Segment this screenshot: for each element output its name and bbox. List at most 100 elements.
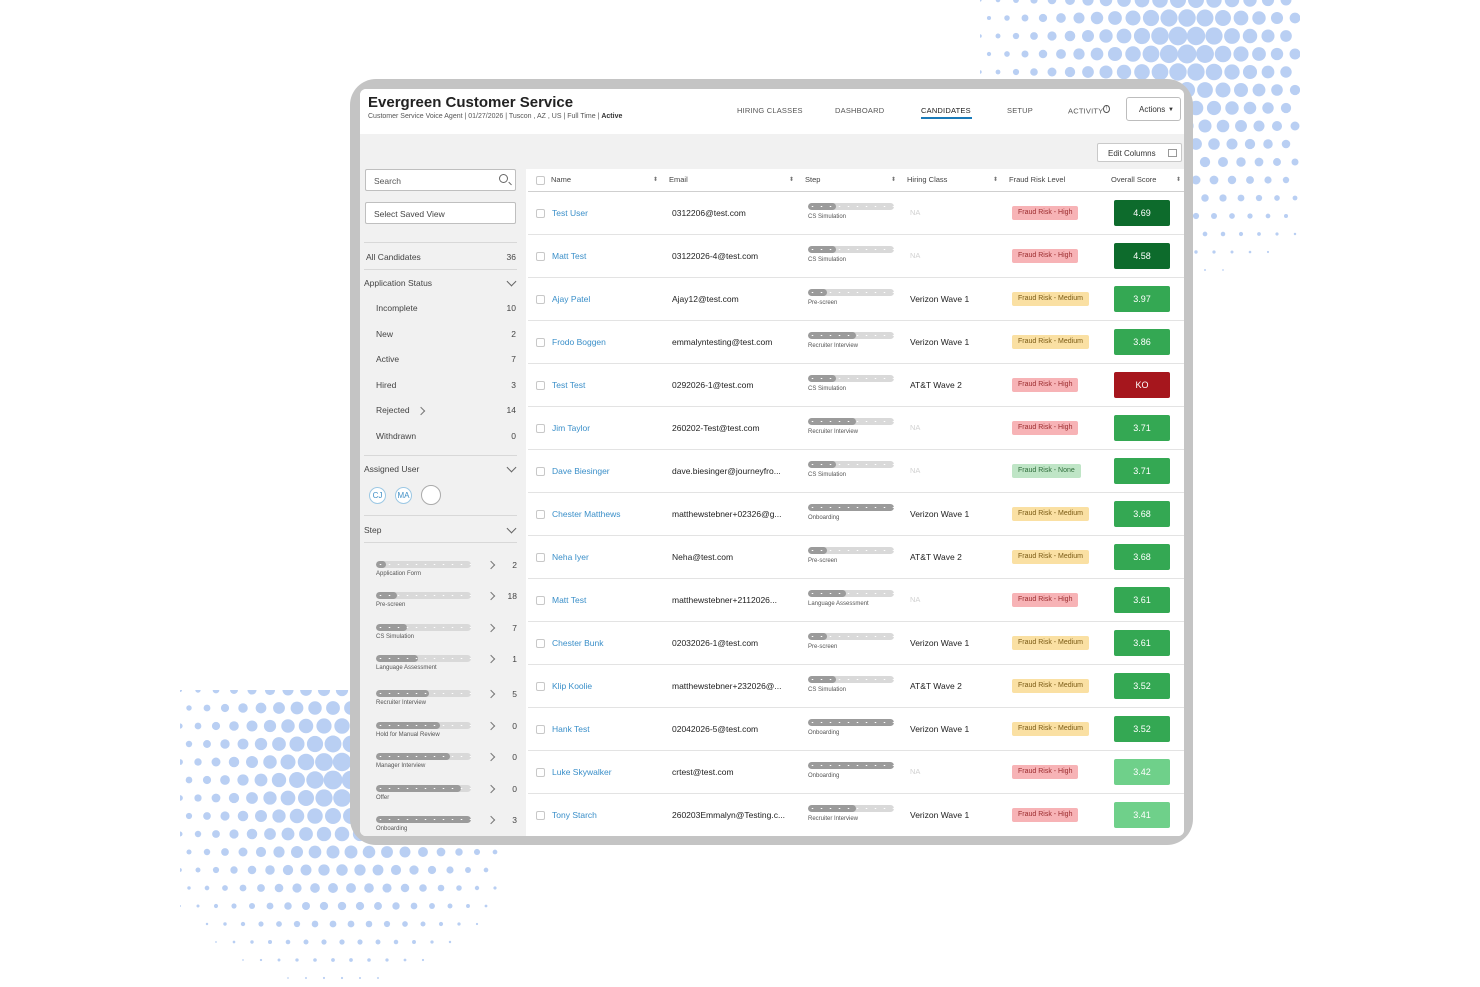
candidate-step-progress: [808, 719, 894, 726]
tab-dashboard[interactable]: DASHBOARD: [835, 106, 884, 115]
row-checkbox[interactable]: [536, 682, 545, 691]
saved-view-select[interactable]: Select Saved View: [365, 202, 516, 224]
column-header-email[interactable]: Email: [669, 169, 688, 191]
table-row[interactable]: Matt Test matthewstebner+2112026... Langua…: [528, 579, 1184, 622]
sort-icon[interactable]: ⬍: [789, 176, 794, 183]
actions-dropdown[interactable]: Actions ▼: [1126, 97, 1181, 121]
filter-all-candidates[interactable]: All Candidates 36: [366, 252, 516, 262]
row-checkbox[interactable]: [536, 467, 545, 476]
decorative-dot: [340, 976, 344, 980]
status-filter-item[interactable]: Incomplete 10: [376, 303, 516, 313]
sort-icon[interactable]: ⬍: [653, 176, 658, 183]
step-header[interactable]: Step: [364, 525, 382, 535]
status-filter-item[interactable]: Rejected 14: [376, 405, 516, 415]
decorative-dot: [1261, 0, 1275, 7]
tab-candidates[interactable]: CANDIDATES: [921, 106, 971, 115]
status-filter-count: 3: [511, 379, 516, 390]
divider: [364, 455, 517, 456]
column-header-step[interactable]: Step: [805, 169, 820, 191]
table-row[interactable]: Ajay Patel Ajay12@test.com Pre-screen Veriz…: [528, 278, 1184, 321]
column-header-overall-score[interactable]: Overall Score: [1111, 169, 1156, 191]
candidate-name-link[interactable]: Test Test: [552, 380, 585, 390]
candidate-name-link[interactable]: Jim Taylor: [552, 423, 590, 433]
decorative-dot: [1030, 68, 1038, 76]
column-header-hiring-class[interactable]: Hiring Class: [907, 169, 947, 191]
table-row[interactable]: Tony Starch 260203Emmalyn@Testing.c... Rec…: [528, 794, 1184, 836]
candidate-name-link[interactable]: Tony Starch: [552, 810, 597, 820]
sort-icon[interactable]: ⬍: [891, 176, 896, 183]
column-header-fraud-risk[interactable]: Fraud Risk Level: [1009, 169, 1065, 191]
row-checkbox[interactable]: [536, 510, 545, 519]
table-row[interactable]: Klip Koolie matthewstebner+232026@... CS S…: [528, 665, 1184, 708]
row-checkbox[interactable]: [536, 424, 545, 433]
status-filter-item[interactable]: Withdrawn 0: [376, 431, 516, 441]
tab-activity[interactable]: ACTIVITY!: [1068, 105, 1110, 116]
candidate-name-link[interactable]: Ajay Patel: [552, 294, 590, 304]
row-checkbox[interactable]: [536, 252, 545, 261]
table-row[interactable]: Jim Taylor 260202-Test@test.com Recruiter …: [528, 407, 1184, 450]
candidate-name-link[interactable]: Matt Test: [552, 251, 586, 261]
table-row[interactable]: Neha Iyer Neha@test.com Pre-screen AT&T Wav…: [528, 536, 1184, 579]
candidate-name-link[interactable]: Klip Koolie: [552, 681, 592, 691]
assigned-user-header[interactable]: Assigned User: [364, 464, 419, 474]
candidate-name-link[interactable]: Dave Biesinger: [552, 466, 610, 476]
status-filter-item[interactable]: New 2: [376, 329, 516, 339]
row-checkbox[interactable]: [536, 768, 545, 777]
candidate-name-link[interactable]: Frodo Boggen: [552, 337, 606, 347]
table-row[interactable]: Test User 0312206@test.com CS Simulation NA…: [528, 192, 1184, 235]
chevron-down-icon[interactable]: [506, 523, 517, 534]
decorative-dot: [220, 703, 230, 713]
table-row[interactable]: Test Test 0292026-1@test.com CS Simulation…: [528, 364, 1184, 407]
row-checkbox[interactable]: [536, 553, 545, 562]
status-filter-item[interactable]: Hired 3: [376, 380, 516, 390]
candidate-name-link[interactable]: Chester Bunk: [552, 638, 604, 648]
chevron-down-icon[interactable]: [506, 462, 517, 473]
table-row[interactable]: Chester Matthews matthewstebner+02326@g..…: [528, 493, 1184, 536]
fraud-risk-badge: Fraud Risk - Medium: [1012, 722, 1089, 736]
decorative-dot: [185, 812, 193, 820]
row-checkbox[interactable]: [536, 811, 545, 820]
row-checkbox[interactable]: [536, 596, 545, 605]
sort-icon[interactable]: ⬍: [1176, 176, 1181, 183]
decorative-dot: [474, 885, 480, 891]
table-row[interactable]: Luke Skywalker crtest@test.com Onboarding N…: [528, 751, 1184, 794]
decorative-dot: [264, 828, 276, 840]
row-checkbox[interactable]: [536, 639, 545, 648]
table-row[interactable]: Chester Bunk 02032026-1@test.com Pre-scree…: [528, 622, 1184, 665]
row-checkbox[interactable]: [536, 209, 545, 218]
table-row[interactable]: Dave Biesinger dave.biesinger@journeyfro.…: [528, 450, 1184, 493]
avatar[interactable]: [421, 485, 441, 505]
search-icon[interactable]: [499, 174, 508, 183]
row-checkbox[interactable]: [536, 725, 545, 734]
candidate-name-link[interactable]: Chester Matthews: [552, 509, 621, 519]
search-input[interactable]: Search: [365, 169, 516, 191]
table-row[interactable]: Hank Test 02042026-5@test.com Onboarding Ve…: [528, 708, 1184, 751]
candidate-hiring-class: Verizon Wave 1: [910, 337, 970, 347]
avatar[interactable]: MA: [395, 487, 412, 504]
decorative-dot: [1056, 13, 1066, 23]
decorative-dot: [263, 719, 277, 733]
row-checkbox[interactable]: [536, 338, 545, 347]
candidate-step-label: Recruiter Interview: [808, 343, 859, 349]
candidate-name-link[interactable]: Neha Iyer: [552, 552, 589, 562]
decorative-dot: [339, 939, 345, 945]
candidate-name-link[interactable]: Luke Skywalker: [552, 767, 612, 777]
table-row[interactable]: Matt Test 03122026-4@test.com CS Simulatio…: [528, 235, 1184, 278]
row-checkbox[interactable]: [536, 381, 545, 390]
decorative-dot: [1168, 26, 1188, 46]
tab-hiring-classes[interactable]: HIRING CLASSES: [737, 106, 803, 115]
application-status-header[interactable]: Application Status: [364, 278, 514, 288]
edit-columns-button[interactable]: Edit Columns: [1097, 143, 1182, 162]
tab-setup[interactable]: SETUP: [1007, 106, 1033, 115]
avatar[interactable]: CJ: [369, 487, 386, 504]
row-checkbox[interactable]: [536, 295, 545, 304]
candidate-name-link[interactable]: Test User: [552, 208, 588, 218]
select-all-checkbox[interactable]: [536, 176, 545, 185]
column-header-name[interactable]: Name: [551, 169, 571, 191]
candidate-name-link[interactable]: Matt Test: [552, 595, 586, 605]
status-filter-item[interactable]: Active 7: [376, 354, 516, 364]
table-row[interactable]: Frodo Boggen emmalyntesting@test.com Recru…: [528, 321, 1184, 364]
sort-icon[interactable]: ⬍: [993, 176, 998, 183]
candidate-name-link[interactable]: Hank Test: [552, 724, 590, 734]
decorative-dot: [995, 33, 1001, 39]
